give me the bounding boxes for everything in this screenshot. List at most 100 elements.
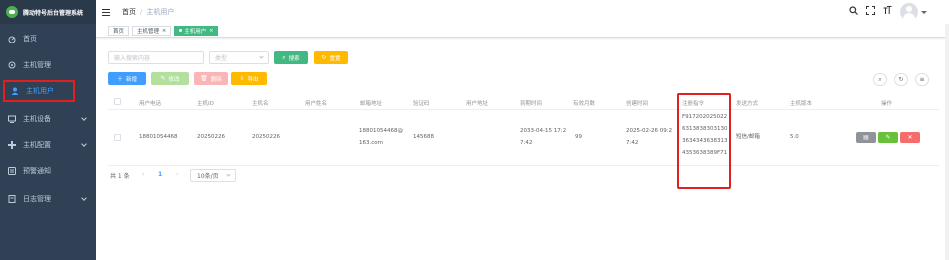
page-size-select[interactable]: 10条/页 xyxy=(190,169,236,182)
alert-icon xyxy=(8,167,16,175)
column-header: 用户地址 xyxy=(466,101,489,107)
edit-button-label: 修改 xyxy=(168,76,180,83)
type-select[interactable]: 类型 xyxy=(209,51,269,64)
caret-down-icon[interactable] xyxy=(921,10,927,14)
page-number[interactable]: 1 xyxy=(158,171,162,178)
table-header: 用户电话 主机ID 主机名 用户姓名 邮箱地址 验证码 用户地址 到期时间 有效… xyxy=(108,94,939,110)
toggle-search-button[interactable]: ⌕ xyxy=(873,73,887,86)
sidebar-item-host-users[interactable]: 主机用户 xyxy=(3,80,75,102)
search-icon: ⌕ xyxy=(878,75,882,83)
page-size-label: 10条/页 xyxy=(197,173,219,180)
export-button[interactable]: ⇩ 导出 xyxy=(231,72,267,85)
search-input[interactable]: 输入搜索内容 xyxy=(108,51,204,64)
sidebar-item-host-config[interactable]: 主机配置 xyxy=(0,132,96,158)
scrollbar[interactable] xyxy=(945,24,949,260)
column-header: 用户姓名 xyxy=(305,101,328,107)
close-icon[interactable]: × xyxy=(209,28,213,34)
hamburger-icon[interactable] xyxy=(102,8,110,16)
cell-host-name: 20250226 xyxy=(252,134,280,140)
sidebar-item-alerts[interactable]: 预警通知 xyxy=(0,158,96,184)
row-checkbox[interactable] xyxy=(114,134,121,141)
breadcrumb-separator: / xyxy=(140,8,143,16)
column-header: 验证码 xyxy=(413,101,430,107)
column-header: 主机ID xyxy=(197,101,214,107)
tag-label: 主机管理 xyxy=(137,28,160,35)
sidebar-item-label: 主机配置 xyxy=(23,141,51,149)
device-icon xyxy=(8,115,16,123)
column-header: 创建时间 xyxy=(626,101,649,107)
search-icon[interactable] xyxy=(846,6,860,18)
breadcrumb: 首页 / 主机用户 xyxy=(122,7,174,17)
column-header: 有效月数 xyxy=(573,101,596,107)
header-actions xyxy=(843,3,927,21)
type-placeholder: 类型 xyxy=(215,55,228,62)
chevron-down-icon xyxy=(81,115,87,121)
fullscreen-icon[interactable] xyxy=(863,6,877,18)
prev-page-button[interactable]: ‹ xyxy=(142,171,144,178)
sidebar-item-logs[interactable]: 日志管理 xyxy=(0,186,96,212)
total-count: 共 1 条 xyxy=(110,173,130,180)
chevron-down-icon xyxy=(81,141,87,147)
edit-icon: ✎ xyxy=(885,134,891,141)
sidebar-item-host-devices[interactable]: 主机设备 xyxy=(0,106,96,132)
column-header: 到期时间 xyxy=(520,101,543,107)
sidebar-item-host-manage[interactable]: 主机管理 xyxy=(0,52,96,78)
next-page-button[interactable]: › xyxy=(176,171,178,178)
logo-icon xyxy=(6,6,18,18)
sidebar-item-home[interactable]: 首页 xyxy=(0,26,96,52)
app-logo[interactable]: 腾动特号后台管理系统 xyxy=(0,0,96,24)
current-page: 1 xyxy=(158,171,163,178)
column-header: 发送方式 xyxy=(736,101,759,107)
active-dot-icon xyxy=(179,29,183,32)
menu-icon: ≡ xyxy=(919,76,925,83)
chevron-down-icon xyxy=(259,54,264,59)
tag-host-users[interactable]: 主机用户 × xyxy=(174,25,219,36)
sidebar-item-label: 首页 xyxy=(23,35,37,43)
cell-expire-time: 2033-04-15 17:2 xyxy=(520,128,567,134)
sidebar: 腾动特号后台管理系统 首页 主机管理 主机用户 主机设备 主机配置 预警通知 日… xyxy=(0,0,96,260)
trash-icon: ✕ xyxy=(907,134,913,141)
monitor-icon xyxy=(8,61,16,69)
breadcrumb-home[interactable]: 首页 xyxy=(122,8,136,16)
cell-email: 163.com xyxy=(359,140,383,146)
row-view-button[interactable]: ▤ xyxy=(856,132,876,143)
add-button-label: 新增 xyxy=(126,76,138,83)
search-button[interactable]: ⌕ 搜索 xyxy=(274,51,308,64)
delete-button[interactable]: 🗑 删除 xyxy=(194,72,228,85)
select-all-checkbox[interactable] xyxy=(114,98,121,105)
sidebar-item-label: 日志管理 xyxy=(23,195,51,203)
tag-home[interactable]: 首页 xyxy=(108,25,130,36)
reset-button[interactable]: ↻ 重置 xyxy=(314,51,348,64)
trash-icon: 🗑 xyxy=(200,75,208,82)
cell-host-id: 20250226 xyxy=(197,134,225,140)
log-icon xyxy=(8,195,16,203)
row-delete-button[interactable]: ✕ xyxy=(900,132,920,143)
chevron-down-icon xyxy=(226,172,231,177)
breadcrumb-current: 主机用户 xyxy=(146,8,175,16)
row-edit-button[interactable]: ✎ xyxy=(878,132,898,143)
column-header: 主机名 xyxy=(252,101,269,107)
refresh-button[interactable]: ↻ xyxy=(894,73,908,86)
refresh-icon: ↻ xyxy=(321,54,327,61)
edit-icon: ✎ xyxy=(160,75,166,82)
chevron-down-icon xyxy=(81,195,87,201)
tag-host-manage[interactable]: 主机管理 × xyxy=(132,25,172,36)
refresh-icon: ↻ xyxy=(898,76,904,83)
table-row: 18801054468 20250226 20250226 1880105446… xyxy=(108,110,939,166)
cell-version: 5.0 xyxy=(790,134,799,140)
column-header: 操作 xyxy=(881,101,893,107)
add-button[interactable]: ＋新增 xyxy=(108,72,146,85)
cell-expire-time: 7:42 xyxy=(520,140,533,146)
config-icon xyxy=(8,141,16,149)
edit-button[interactable]: ✎ 修改 xyxy=(151,72,189,85)
sidebar-item-label: 主机设备 xyxy=(23,115,51,123)
user-icon xyxy=(11,87,19,95)
font-size-icon[interactable] xyxy=(880,6,894,18)
close-icon[interactable]: × xyxy=(162,28,166,34)
columns-button[interactable]: ≡ xyxy=(915,73,929,86)
highlight-box xyxy=(677,93,731,189)
sidebar-item-label: 主机管理 xyxy=(23,61,51,69)
cell-email: 18801054468@ xyxy=(359,128,403,134)
avatar[interactable] xyxy=(900,3,918,21)
search-placeholder: 输入搜索内容 xyxy=(114,55,151,62)
